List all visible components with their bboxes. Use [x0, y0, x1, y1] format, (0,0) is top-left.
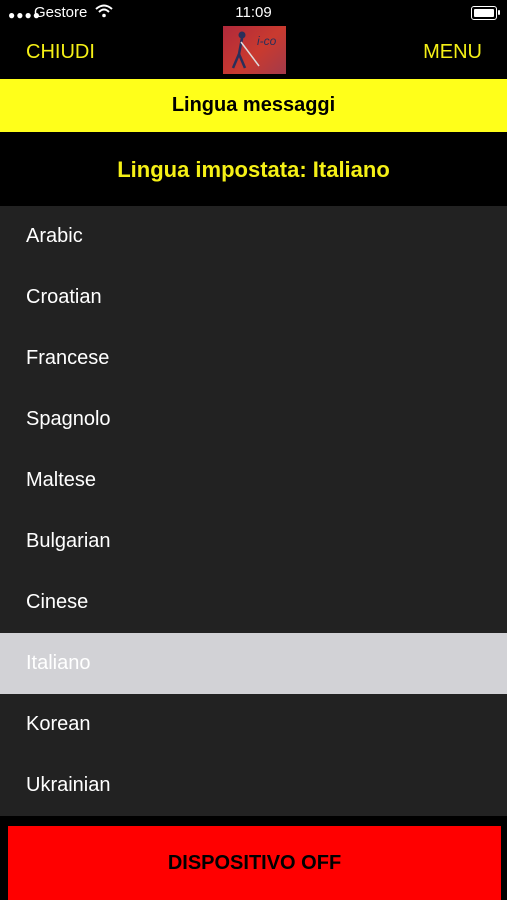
language-item-korean[interactable]: Korean [0, 694, 507, 755]
language-item-italiano[interactable]: Italiano [0, 633, 507, 694]
logo-text: i-co [257, 34, 277, 48]
current-language-label: Lingua impostata: Italiano [0, 134, 507, 206]
menu-button[interactable]: MENU [423, 41, 482, 64]
page-title: Lingua messaggi [0, 79, 507, 132]
close-button[interactable]: CHIUDI [26, 41, 95, 64]
battery-icon [471, 6, 497, 20]
language-item-arabic[interactable]: Arabic [0, 206, 507, 267]
app-logo: i-co [223, 26, 286, 74]
status-bar: ●●●● Gestore 11:09 [0, 0, 507, 26]
language-list: Arabic Croatian Francese Spagnolo Maltes… [0, 206, 507, 816]
battery-tip [498, 10, 500, 15]
language-item-francese[interactable]: Francese [0, 328, 507, 389]
language-item-ukrainian[interactable]: Ukrainian [0, 755, 507, 816]
language-item-spagnolo[interactable]: Spagnolo [0, 389, 507, 450]
language-item-croatian[interactable]: Croatian [0, 267, 507, 328]
navigation-bar: CHIUDI i-co MENU [0, 26, 507, 79]
language-item-bulgarian[interactable]: Bulgarian [0, 511, 507, 572]
device-off-button[interactable]: DISPOSITIVO OFF [8, 826, 501, 900]
language-item-maltese[interactable]: Maltese [0, 450, 507, 511]
clock: 11:09 [235, 4, 272, 21]
language-item-cinese[interactable]: Cinese [0, 572, 507, 633]
